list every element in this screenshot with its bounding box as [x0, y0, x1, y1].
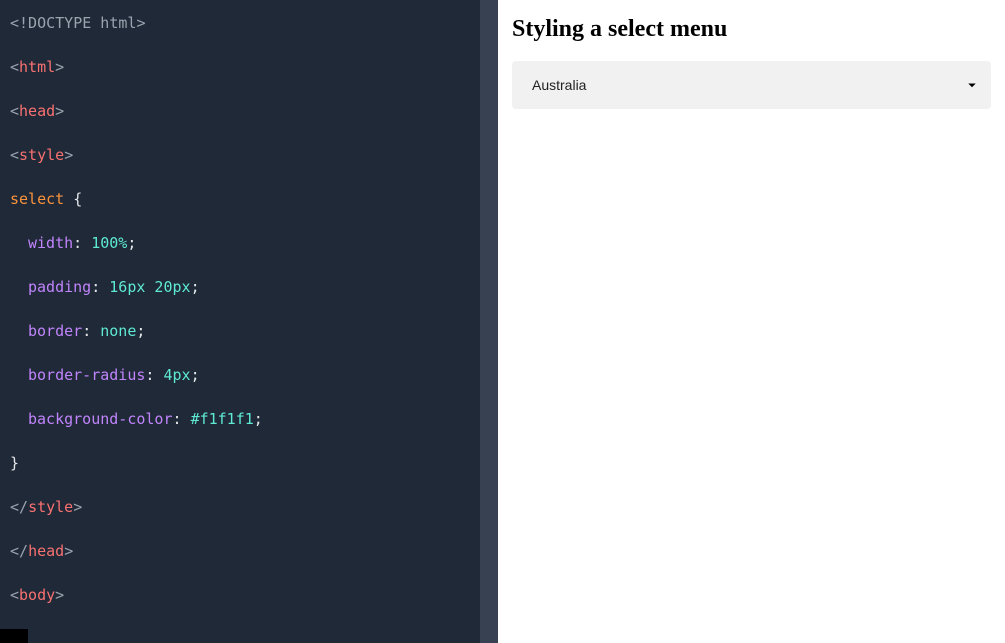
- preview-form: Australia Canada USA: [512, 61, 991, 109]
- css-prop-border-radius: border-radius: [28, 366, 145, 384]
- code-block[interactable]: <!DOCTYPE html> <html> <head> <style> se…: [10, 12, 470, 643]
- css-val-bg: #f1f1f1: [191, 410, 254, 428]
- brace-open: {: [73, 190, 82, 208]
- tag-html-open: html: [19, 58, 55, 76]
- country-select[interactable]: Australia Canada USA: [512, 61, 991, 109]
- tag-head-close: head: [28, 542, 64, 560]
- brace-close: }: [10, 454, 19, 472]
- pane-divider[interactable]: [480, 0, 498, 643]
- css-prop-width: width: [28, 234, 73, 252]
- css-val-padding: 16px 20px: [109, 278, 190, 296]
- preview-pane: Styling a select menu Australia Canada U…: [498, 0, 1005, 643]
- css-selector: select: [10, 190, 64, 208]
- page-heading: Styling a select menu: [512, 16, 991, 43]
- tag-style-close: style: [28, 498, 73, 516]
- doctype-text: !DOCTYPE html: [19, 14, 136, 32]
- css-prop-padding: padding: [28, 278, 91, 296]
- css-prop-border: border: [28, 322, 82, 340]
- css-prop-bg: background-color: [28, 410, 173, 428]
- tag-body-open: body: [19, 586, 55, 604]
- tag-style-open: style: [19, 146, 64, 164]
- css-val-border: none: [100, 322, 136, 340]
- tag-head-open: head: [19, 102, 55, 120]
- code-editor[interactable]: <!DOCTYPE html> <html> <head> <style> se…: [0, 0, 480, 643]
- css-val-border-radius: 4px: [163, 366, 190, 384]
- horizontal-scroll-thumb[interactable]: [0, 629, 28, 643]
- css-val-width: 100%: [91, 234, 127, 252]
